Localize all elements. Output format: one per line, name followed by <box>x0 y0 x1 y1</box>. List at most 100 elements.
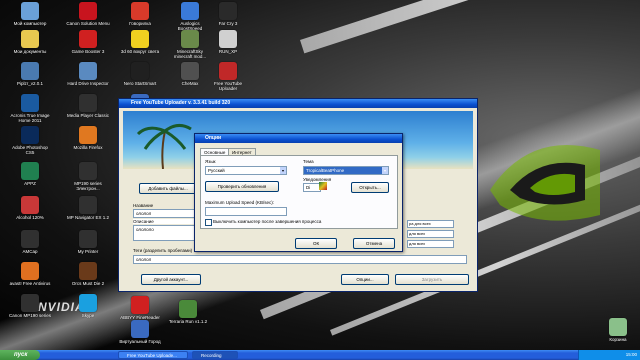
desktop-icon-image <box>131 320 149 338</box>
desktop-icon[interactable]: Skype <box>66 294 110 318</box>
desktop-icon[interactable]: Мой компьютер <box>8 2 52 26</box>
open-button[interactable]: Открыть... <box>351 182 389 193</box>
name-label: Название <box>133 203 154 208</box>
desktop-icon-image <box>21 62 39 80</box>
desktop-icon[interactable]: APPZ <box>8 162 52 186</box>
desktop-icon[interactable]: Adobe Photoshop CS5 <box>8 126 52 155</box>
desktop-icon[interactable]: Terraria Run v1.1.2 <box>166 300 210 324</box>
description-label: Описание <box>133 219 195 224</box>
desktop-icon[interactable]: MP Navigator EX 1.2 <box>66 196 110 220</box>
chevron-down-icon: ▾ <box>382 167 388 174</box>
desktop-icon[interactable]: Far Cry 3 <box>206 2 250 26</box>
desktop-icon-label: Media Player Classic <box>66 113 109 118</box>
upload-button[interactable]: Загрузить <box>395 274 469 285</box>
desktop-icon-image <box>79 126 97 144</box>
desktop-icon[interactable]: avast! Free Antivirus <box>8 262 52 286</box>
desktop-icon-label: Мои документы <box>13 49 47 54</box>
desktop-icon[interactable]: MP190 series Электрон... <box>66 162 110 191</box>
description-field[interactable]: олололо <box>133 225 197 241</box>
desktop-icon-label: Canon MP190 series <box>8 313 52 318</box>
desktop-icon-label: Mozilla Firefox <box>73 145 103 150</box>
desktop-icon-label: Piplzr_v2.0.1 <box>16 81 43 86</box>
shutdown-checkbox[interactable] <box>205 219 212 226</box>
desktop-icon-label: Nero StartSmart <box>123 81 157 86</box>
desktop-icon[interactable]: My Printer <box>66 230 110 254</box>
desktop-icon-label: APPZ <box>24 181 36 186</box>
desktop-icon-label: Game Booster 3 <box>71 49 105 54</box>
category-select[interactable]: для всех <box>407 230 454 238</box>
language-select[interactable]: Русский ▾ <box>205 166 287 175</box>
desktop-icon[interactable]: AMCap <box>8 230 52 254</box>
desktop-icon-image <box>181 62 199 80</box>
desktop-icon-image <box>21 94 39 112</box>
options-tab-panel: Язык Русский ▾ Тема TropicalBeatPhone ▾ … <box>200 155 398 229</box>
desktop-icon-label: Говорилка <box>129 21 151 26</box>
desktop-icon-image <box>131 2 149 20</box>
category-select[interactable]: для всех <box>407 240 454 248</box>
desktop-icon-image <box>21 230 39 248</box>
theme-select[interactable]: TropicalBeatPhone ▾ <box>303 166 389 175</box>
desktop-icon[interactable]: Canon MP190 series <box>8 294 52 318</box>
desktop-icon-image <box>219 2 237 20</box>
start-button[interactable]: пуск <box>0 350 40 360</box>
desktop-icon[interactable]: Piplzr_v2.0.1 <box>8 62 52 86</box>
main-window-titlebar[interactable]: Free YouTube Uploader v. 3.3.41 build 32… <box>119 99 477 108</box>
desktop-icon[interactable]: Free YouTube Uploader <box>206 62 250 91</box>
desktop-icon-image <box>79 230 97 248</box>
desktop-icon-image <box>21 2 39 20</box>
desktop-icon[interactable]: RUN_XP <box>206 30 250 54</box>
desktop-icon-label: Far Cry 3 <box>218 21 238 26</box>
add-files-button[interactable]: Добавить файлы... <box>139 183 197 194</box>
desktop-icon-label: Корзина <box>609 337 627 342</box>
desktop-icon-image <box>181 2 199 20</box>
tags-field[interactable]: ололол <box>133 255 467 264</box>
cancel-button[interactable]: Отмена <box>353 238 395 249</box>
task-free-youtube-uploader[interactable]: Free YouTube Uploade... <box>118 351 188 359</box>
category-select[interactable]: ра для всех <box>407 220 454 228</box>
check-updates-button[interactable]: Проверить обновления <box>205 181 279 192</box>
name-field[interactable]: ололол <box>133 209 197 218</box>
desktop-icon-image <box>21 294 39 312</box>
desktop-icon[interactable]: 3d 60 вокруг света <box>118 30 162 54</box>
desktop-icon[interactable]: Говорилка <box>118 2 162 26</box>
recycle-bin-icon[interactable]: Корзина <box>596 318 640 342</box>
desktop-icon-image <box>79 262 97 280</box>
desktop-icon[interactable]: Game Booster 3 <box>66 30 110 54</box>
task-recording[interactable]: Recording <box>192 351 238 359</box>
desktop-icon[interactable]: Nero StartSmart <box>118 62 162 86</box>
chevron-down-icon: ▾ <box>280 167 286 174</box>
desktop-icon-label: Мой компьютер <box>13 21 47 26</box>
desktop-icon-image <box>609 318 627 336</box>
main-window-title: Free YouTube Uploader v. 3.3.41 build 32… <box>131 100 231 106</box>
desktop-icon[interactable]: Виртуальный Город <box>118 320 162 344</box>
desktop-icon[interactable]: Media Player Classic <box>66 94 110 118</box>
other-account-button[interactable]: Другой аккаунт... <box>141 274 201 285</box>
ok-button[interactable]: ОК <box>295 238 337 249</box>
desktop-icon-image <box>131 296 149 314</box>
desktop-icon[interactable]: Mozilla Firefox <box>66 126 110 150</box>
system-tray: 15:00 <box>578 350 640 360</box>
desktop-icon[interactable]: Alcohol 120% <box>8 196 52 220</box>
wallpaper-stripe <box>300 0 640 54</box>
options-dialog-titlebar[interactable]: Опции <box>195 134 402 143</box>
shutdown-label: Выключить компьютер после завершения про… <box>213 219 322 224</box>
desktop-icon-label: Acronis True Image Home 2011 <box>10 113 50 123</box>
desktop-icon-label: avast! Free Antivirus <box>9 281 51 286</box>
desktop-icon-image <box>219 62 237 80</box>
desktop-icon-label: Free YouTube Uploader <box>213 81 243 91</box>
desktop-icon[interactable]: Acronis True Image Home 2011 <box>8 94 52 123</box>
desktop-icon-label: MP190 series Электрон... <box>74 181 102 191</box>
upload-speed-field[interactable] <box>205 207 287 216</box>
desktop-icon[interactable]: Мои документы <box>8 30 52 54</box>
desktop-icon-label: 3d 60 вокруг света <box>120 49 160 54</box>
desktop-icon-image <box>79 162 97 180</box>
desktop-icon-label: Hard Drive Inspector <box>67 81 109 86</box>
options-dialog[interactable]: Опции Основные Интернет Язык Русский ▾ Т… <box>194 133 403 252</box>
options-button[interactable]: Опции... <box>341 274 389 285</box>
desktop-icon[interactable]: Orcs Must Die 2 <box>66 262 110 286</box>
desktop-icon-image <box>79 294 97 312</box>
desktop-icon-image <box>79 94 97 112</box>
desktop-icon[interactable]: Canon Solution Menu <box>66 2 110 26</box>
desktop-icon[interactable]: Hard Drive Inspector <box>66 62 110 86</box>
desktop-icon-label: Terraria Run v1.1.2 <box>168 319 208 324</box>
